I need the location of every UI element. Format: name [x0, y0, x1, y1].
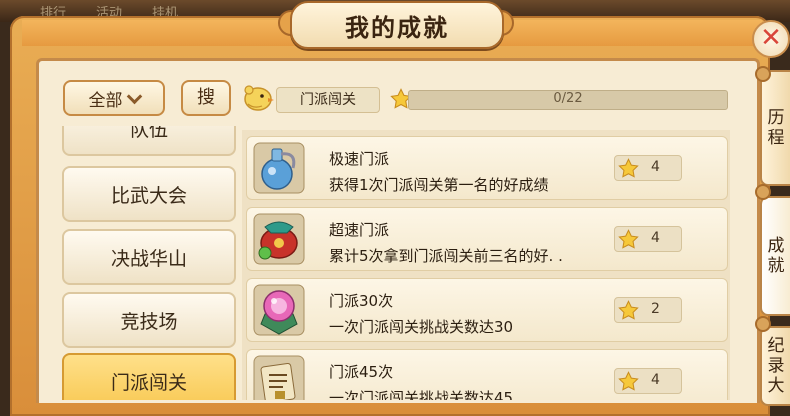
achievement-row[interactable]: 超速门派 累计5次拿到门派闯关前三名的好. . 4	[246, 207, 728, 271]
chick-mascot-icon	[244, 85, 274, 111]
achievement-row[interactable]: 门派30次 一次门派闯关挑战关数达30 2	[246, 278, 728, 342]
achievement-points: 4	[614, 226, 682, 252]
tab-knob-icon	[755, 66, 771, 82]
category-list[interactable]: 队伍 比武大会 决战华山 竞技场 门派闯关	[62, 126, 236, 400]
window-title: 我的成就	[345, 14, 449, 42]
tab-records[interactable]: 纪录大	[760, 326, 790, 406]
points-value: 4	[651, 159, 660, 175]
search-button[interactable]: 搜	[181, 80, 231, 116]
achievement-desc: 累计5次拿到门派闯关前三名的好. .	[329, 247, 563, 265]
tab-label: 纪录大	[767, 336, 785, 396]
filter-dropdown[interactable]: 全部	[63, 80, 165, 116]
achievement-row[interactable]: 极速门派 获得1次门派闯关第一名的好成绩 4	[246, 136, 728, 200]
achievement-name: 超速门派	[329, 221, 390, 239]
category-item-tournament[interactable]: 比武大会	[62, 166, 236, 222]
filter-label: 全部	[88, 90, 123, 111]
category-label: 队伍	[129, 126, 168, 141]
star-icon	[618, 229, 639, 249]
achievement-points: 4	[614, 368, 682, 394]
achievement-list[interactable]: 极速门派 获得1次门派闯关第一名的好成绩 4 超速门派 累计5次拿到门派闯关前三…	[242, 130, 730, 400]
star-icon	[618, 158, 639, 178]
achievement-name: 门派45次	[329, 363, 394, 381]
star-icon	[618, 300, 639, 320]
close-button[interactable]: ✕	[752, 20, 790, 58]
tab-history[interactable]: 历程	[760, 70, 790, 186]
achievement-name: 极速门派	[329, 150, 390, 168]
tab-knob-icon	[755, 184, 771, 200]
side-tab-bar: 历程 成就 纪录大	[755, 66, 790, 406]
category-item-arena[interactable]: 竞技场	[62, 292, 236, 348]
category-item-huashan[interactable]: 决战华山	[62, 229, 236, 285]
scroll-icon	[253, 355, 305, 400]
points-value: 4	[651, 230, 660, 246]
chevron-down-icon	[126, 88, 142, 104]
current-category-tag: 门派闯关	[276, 87, 380, 113]
points-value: 2	[651, 301, 660, 317]
star-icon	[618, 371, 639, 391]
achievement-desc: 一次门派闯关挑战关数达45	[329, 389, 514, 400]
category-item-sect-challenge[interactable]: 门派闯关	[62, 353, 236, 400]
achievement-desc: 一次门派闯关挑战关数达30	[329, 318, 514, 336]
category-label: 比武大会	[110, 184, 187, 207]
tab-knob-icon	[755, 316, 771, 332]
points-value: 4	[651, 372, 660, 388]
treasure-pouch-icon	[253, 213, 305, 265]
tab-label: 成就	[767, 236, 785, 276]
tab-achievements[interactable]: 成就	[760, 196, 790, 316]
close-x-icon: ✕	[760, 23, 782, 53]
achievement-points: 2	[614, 297, 682, 323]
category-label: 竞技场	[120, 310, 178, 333]
progress-text: 0/22	[553, 91, 583, 106]
tab-label: 历程	[767, 108, 785, 148]
category-label: 决战华山	[110, 247, 187, 270]
category-label: 门派闯关	[110, 371, 187, 394]
potion-icon	[253, 142, 305, 194]
achievement-points: 4	[614, 155, 682, 181]
achievement-desc: 获得1次门派闯关第一名的好成绩	[329, 176, 549, 194]
achievement-row[interactable]: 门派45次 一次门派闯关挑战关数达45 4	[246, 349, 728, 400]
achievement-name: 门派30次	[329, 292, 394, 310]
category-item-team[interactable]: 队伍	[62, 126, 236, 156]
crystal-orb-icon	[253, 284, 305, 336]
